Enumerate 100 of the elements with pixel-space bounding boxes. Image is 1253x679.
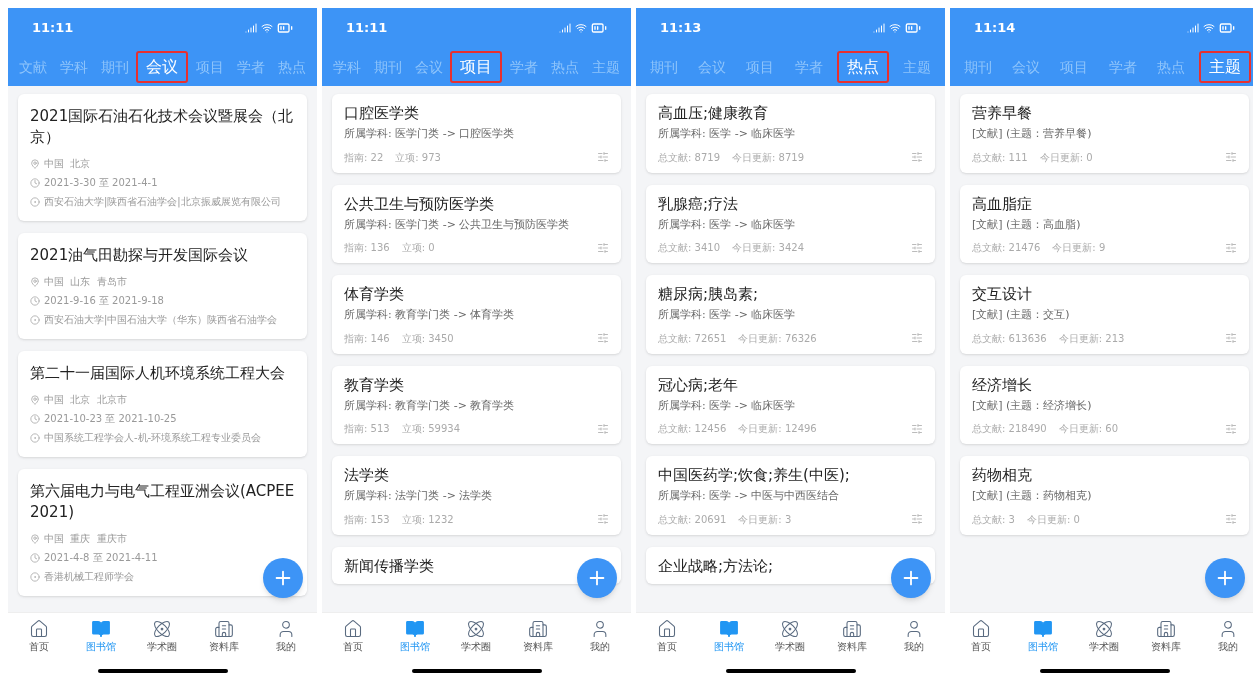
filter-icon[interactable]	[597, 151, 609, 163]
filter-icon[interactable]	[597, 332, 609, 344]
filter-icon[interactable]	[911, 241, 923, 254]
nav-item[interactable]: 我的	[1203, 619, 1253, 653]
stat-text: 指南: 146	[344, 331, 390, 346]
stat-text: 总文献: 21476	[972, 241, 1041, 255]
stat-text: 指南: 153	[344, 512, 390, 527]
list-card[interactable]: 交互设计 [文献] (主题：交互) 总文献: 613636 今日更新: 213	[960, 275, 1249, 354]
date-range: 2021-9-16 至 2021-9-18	[44, 294, 164, 308]
stat-text: 立项: 973	[395, 150, 441, 165]
list-card[interactable]: 企业战略;方法论;	[646, 546, 935, 584]
list-card[interactable]: 糖尿病;胰岛素; 所属学科: 医学 -> 临床医学 总文献: 72651 今日更新: 76326	[646, 275, 935, 354]
house-icon	[656, 619, 677, 639]
list-card[interactable]: 新闻传播学类	[332, 546, 621, 584]
nav-item[interactable]: 资料库	[827, 619, 878, 653]
status-icons	[1187, 20, 1235, 36]
filter-icon[interactable]	[1225, 332, 1237, 344]
nav-item[interactable]: 我的	[261, 619, 312, 653]
card-subtitle: [文献] (主题：经济增长)	[972, 397, 1093, 414]
filter-icon[interactable]	[1225, 241, 1237, 254]
nav-item[interactable]: 我的	[575, 619, 626, 653]
filter-icon[interactable]	[597, 513, 609, 525]
list-card[interactable]: 公共卫生与预防医学类 所属学科: 医学门类 -> 公共卫生与预防医学类 指南: 136 立项: 0	[332, 184, 621, 263]
list-card[interactable]: 体育学类 所属学科: 教育学门类 -> 体育学类 指南: 146 立项: 3450	[332, 275, 621, 354]
stat-text: 今日更新: 12496	[738, 422, 817, 436]
nav-item[interactable]: 学术圈	[1079, 619, 1130, 653]
book-icon	[718, 619, 739, 639]
stat-text: 立项: 0	[401, 241, 435, 255]
card-subtitle: [文献] (主题：交互)	[972, 307, 1071, 323]
add-button[interactable]	[891, 558, 931, 598]
list-card[interactable]: 乳腺癌;疗法 所属学科: 医学 -> 临床医学 总文献: 3410 今日更新: 3424	[646, 184, 935, 263]
house-icon	[970, 619, 991, 639]
conference-card[interactable]: 第二十一届国际人机环境系统工程大会 中国 北京 北京市 2021-10-23 至 2021-10-25 中国系统工程学会人-机-环境系统工程专业委员会	[18, 351, 307, 457]
list-card[interactable]: 经济增长 [文献] (主题：经济增长) 总文献: 218490 今日更新: 60	[960, 365, 1249, 444]
nav-item[interactable]: 资料库	[1141, 619, 1192, 653]
status-time: 11:11	[32, 19, 74, 38]
stat-text: 立项: 3450	[401, 331, 454, 346]
add-button[interactable]	[577, 558, 617, 598]
list-card[interactable]: 营养早餐 [文献] (主题：营养早餐) 总文献: 111 今日更新: 0	[960, 94, 1249, 173]
stat-text: 今日更新: 9	[1052, 241, 1106, 255]
card-title: 新闻传播学类	[344, 555, 435, 576]
house-icon	[28, 619, 49, 639]
building-icon	[842, 619, 863, 639]
nav-item[interactable]: 首页	[955, 619, 1006, 653]
nav-item[interactable]: 学术圈	[137, 619, 188, 653]
card-title: 糖尿病;胰岛素;	[658, 284, 760, 304]
conference-title: 2021国际石油石化技术会议暨展会（北京）	[30, 106, 295, 148]
filter-icon[interactable]	[911, 332, 923, 344]
card-title: 法学类	[344, 465, 390, 485]
card-title: 冠心病;老年	[658, 374, 740, 395]
nav-item[interactable]: 首页	[13, 619, 64, 653]
target-icon	[30, 314, 40, 325]
add-button[interactable]	[1205, 558, 1245, 598]
nav-item[interactable]: 首页	[327, 619, 378, 653]
stat-text: 今日更新: 60	[1058, 422, 1118, 436]
filter-icon[interactable]	[1225, 513, 1237, 525]
atom-icon	[780, 619, 801, 639]
list-card[interactable]: 高血压;健康教育 所属学科: 医学 -> 临床医学 总文献: 8719 今日更新: 8719	[646, 94, 935, 173]
building-icon	[528, 619, 549, 639]
nav-item[interactable]: 学术圈	[765, 619, 816, 653]
list-card[interactable]: 口腔医学类 所属学科: 医学门类 -> 口腔医学类 指南: 22 立项: 973	[332, 94, 621, 173]
conference-title: 第六届电力与电气工程亚洲会议(ACPEE 2021)	[30, 481, 295, 523]
list-card[interactable]: 法学类 所属学科: 法学门类 -> 法学类 指南: 153 立项: 1232	[332, 456, 621, 535]
filter-icon[interactable]	[597, 241, 609, 254]
stat-text: 总文献: 218490	[972, 422, 1047, 436]
building-icon	[1156, 619, 1177, 639]
filter-icon[interactable]	[1225, 422, 1237, 435]
stat-text: 今日更新: 3424	[732, 241, 804, 255]
stat-text: 今日更新: 213	[1058, 331, 1125, 346]
stat-text: 总文献: 12456	[658, 422, 727, 436]
nav-item[interactable]: 资料库	[513, 619, 564, 653]
stat-text: 总文献: 20691	[658, 512, 727, 527]
nav-item[interactable]: 我的	[889, 619, 940, 653]
conference-card[interactable]: 2021油气田勘探与开发国际会议 中国 山东 青岛市 2021-9-16 至 2021-9-18 西安石油大学|中国石油大学（华东）陕西省石油学会	[18, 233, 307, 339]
filter-icon[interactable]	[911, 513, 923, 525]
location-text: 中国 北京	[44, 157, 91, 171]
card-title: 中国医药学;饮食;养生(中医);	[658, 465, 851, 485]
stat-text: 总文献: 3410	[658, 241, 720, 255]
nav-item[interactable]: 学术圈	[451, 619, 502, 653]
card-subtitle: [文献] (主题：药物相克)	[972, 488, 1093, 504]
card-title: 高血脂症	[972, 193, 1033, 214]
list-card[interactable]: 高血脂症 [文献] (主题：高血脂) 总文献: 21476 今日更新: 9	[960, 184, 1249, 263]
nav-item[interactable]: 首页	[641, 619, 692, 653]
list-card[interactable]: 教育学类 所属学科: 教育学门类 -> 教育学类 指南: 513 立项: 59934	[332, 365, 621, 444]
filter-icon[interactable]	[911, 422, 923, 435]
status-icons	[873, 20, 921, 36]
date-range: 2021-4-8 至 2021-4-11	[44, 551, 158, 565]
list-card[interactable]: 冠心病;老年 所属学科: 医学 -> 临床医学 总文献: 12456 今日更新: 12496	[646, 365, 935, 444]
filter-icon[interactable]	[597, 422, 609, 435]
atom-icon	[152, 619, 173, 639]
conference-card[interactable]: 2021国际石油石化技术会议暨展会（北京） 中国 北京 2021-3-30 至 2021-4-1 西安石油大学|陕西省石油学会|北京振威展览有限公司	[18, 94, 307, 221]
list-card[interactable]: 药物相克 [文献] (主题：药物相克) 总文献: 3 今日更新: 0	[960, 456, 1249, 535]
organizer-text: 西安石油大学|陕西省石油学会|北京振威展览有限公司	[44, 195, 281, 209]
nav-item[interactable]: 资料库	[199, 619, 250, 653]
conference-card[interactable]: 第六届电力与电气工程亚洲会议(ACPEE 2021) 中国 重庆 重庆市 2021-4-8 至 2021-4-11 香港机械工程师学会	[18, 469, 307, 596]
card-title: 体育学类	[344, 284, 405, 304]
list-card[interactable]: 中国医药学;饮食;养生(中医); 所属学科: 医学 -> 中医与中西医结合 总文献: 20691 今日更新: 3	[646, 456, 935, 535]
filter-icon[interactable]	[1225, 151, 1237, 163]
atom-icon	[1094, 619, 1115, 639]
filter-icon[interactable]	[911, 151, 923, 163]
